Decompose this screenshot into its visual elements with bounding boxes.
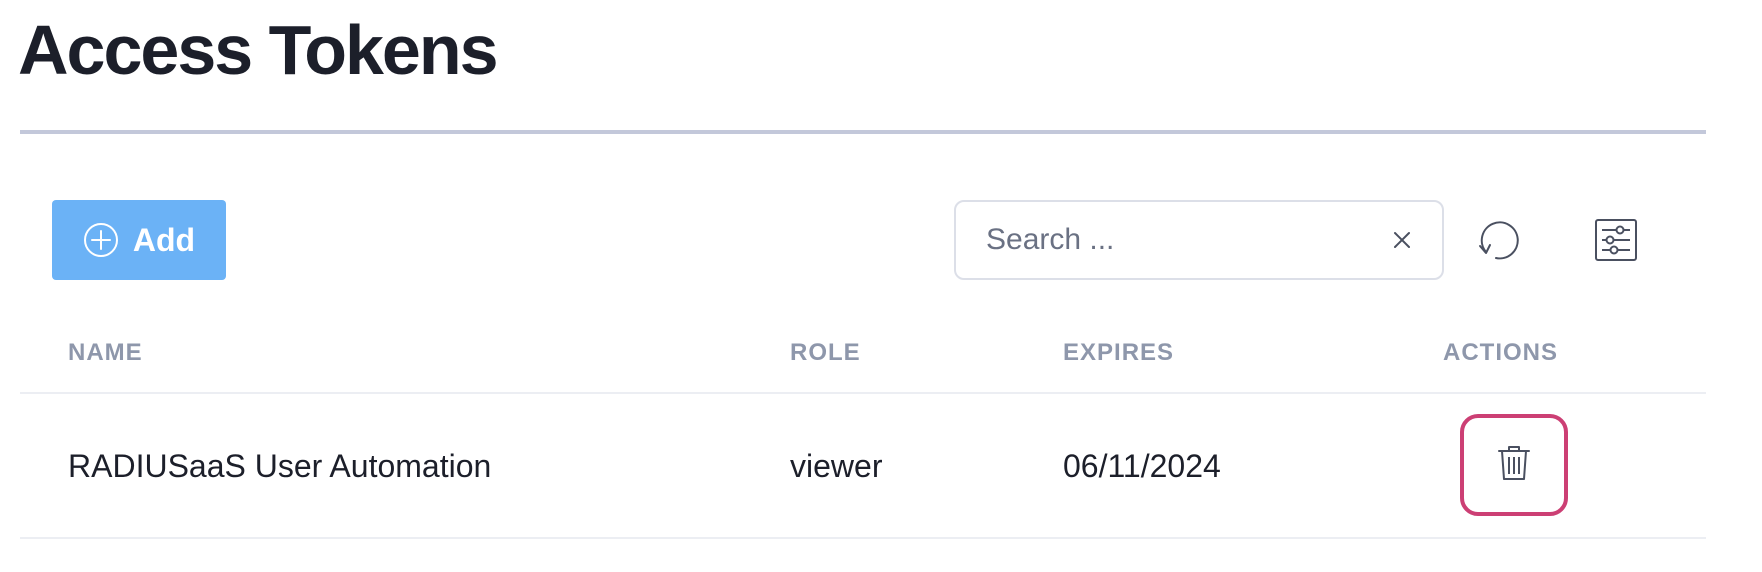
header-divider	[20, 392, 1706, 394]
plus-circle-icon	[83, 222, 119, 258]
title-divider	[20, 130, 1706, 134]
token-expires-cell: 06/11/2024	[1063, 448, 1221, 484]
search-input[interactable]	[986, 202, 1346, 278]
column-header-name[interactable]: NAME	[68, 338, 143, 368]
refresh-icon[interactable]	[1474, 216, 1524, 266]
row-divider	[20, 537, 1706, 539]
close-icon[interactable]	[1388, 226, 1416, 254]
add-button-label: Add	[132, 221, 196, 258]
trash-icon	[1496, 443, 1532, 488]
column-header-expires[interactable]: EXPIRES	[1063, 338, 1174, 368]
column-header-role[interactable]: ROLE	[790, 338, 861, 368]
search-box	[954, 200, 1444, 280]
filter-settings-icon[interactable]	[1592, 216, 1640, 264]
token-name-cell: RADIUSaaS User Automation	[68, 448, 492, 484]
column-header-actions: ACTIONS	[1443, 339, 1558, 366]
page-title: Access Tokens	[18, 11, 499, 89]
token-role-cell: viewer	[790, 448, 883, 484]
delete-token-button[interactable]	[1460, 414, 1568, 516]
add-button[interactable]: Add	[52, 200, 226, 280]
